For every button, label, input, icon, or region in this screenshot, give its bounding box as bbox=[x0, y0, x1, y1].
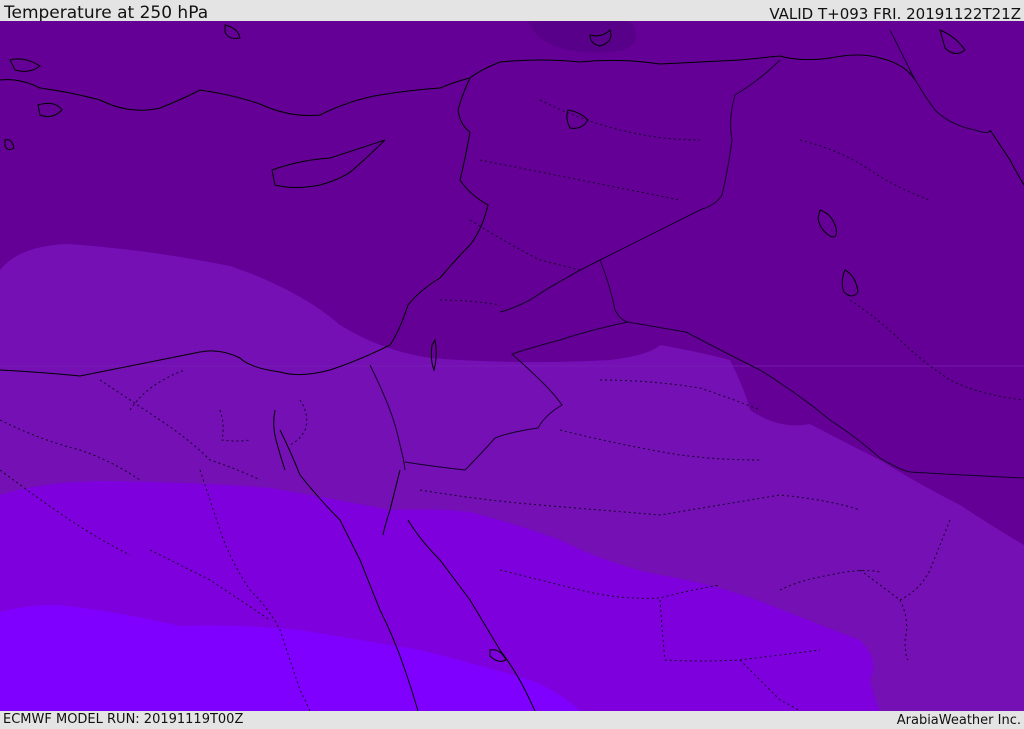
model-run-label: ECMWF MODEL RUN: 20191119T00Z bbox=[3, 712, 244, 727]
credit-label: ArabiaWeather Inc. bbox=[896, 713, 1021, 728]
map-title: Temperature at 250 hPa bbox=[4, 3, 209, 23]
temperature-map[interactable] bbox=[0, 21, 1024, 711]
footer-bar: ECMWF MODEL RUN: 20191119T00Z ArabiaWeat… bbox=[0, 711, 1024, 729]
header-bar: Temperature at 250 hPa VALID T+093 FRI. … bbox=[0, 0, 1024, 23]
map-panel[interactable] bbox=[0, 21, 1024, 711]
